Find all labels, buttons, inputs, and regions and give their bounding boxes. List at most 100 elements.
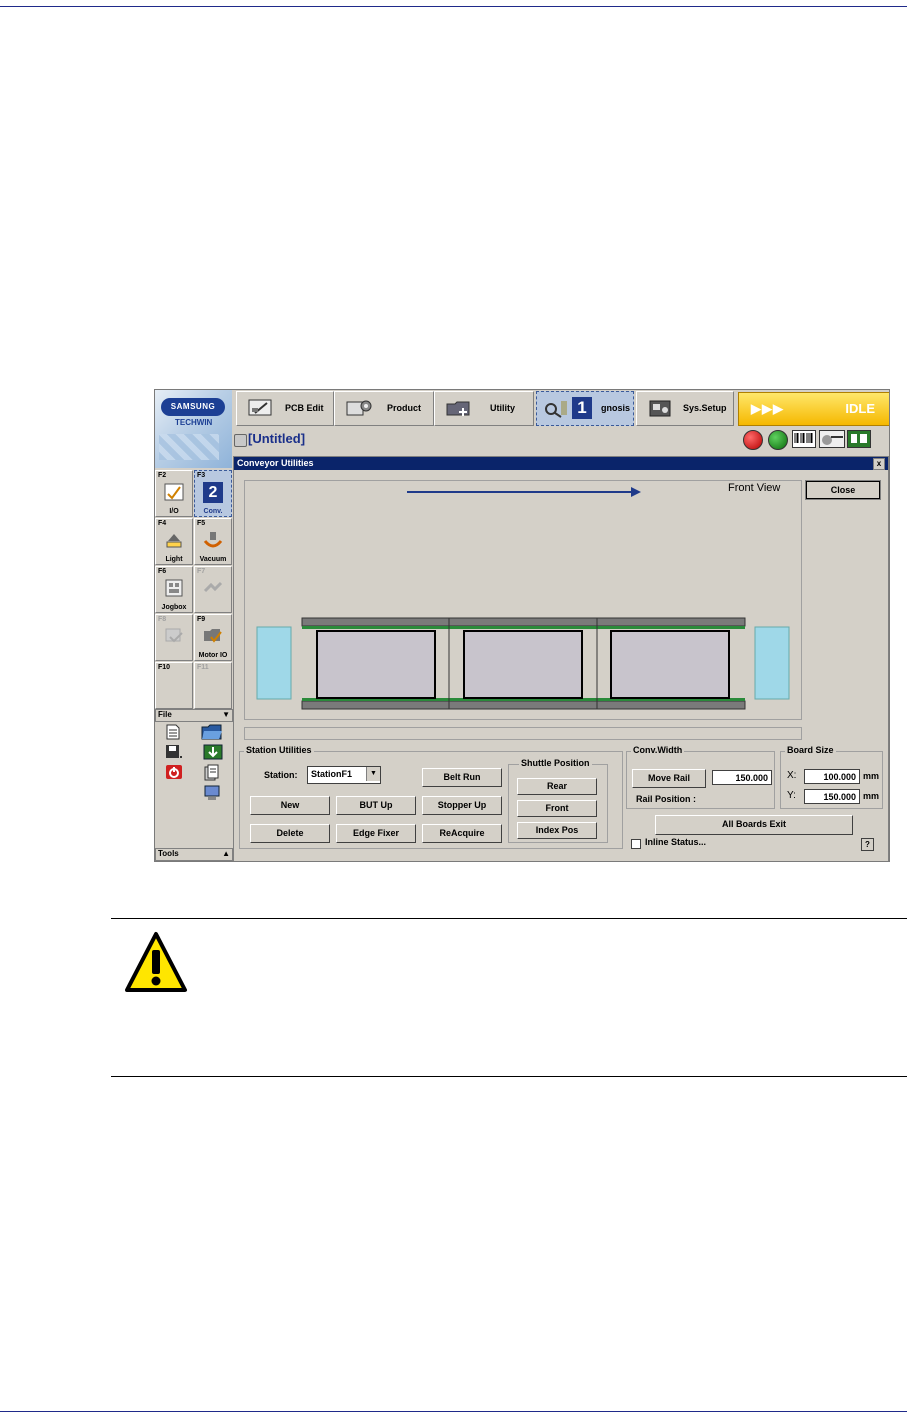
chevron-down-icon: ▼ (366, 767, 380, 781)
shuttle-front-button[interactable]: Front (517, 800, 597, 817)
vacuum-icon (203, 532, 223, 548)
chevron-down-icon: ▼ (222, 710, 230, 719)
fkey-f5-vacuum[interactable]: F5 Vacuum (194, 518, 232, 565)
disabled-tool-icon (203, 581, 223, 593)
output-buffer-zone (754, 626, 790, 700)
toolbar-sys-setup[interactable]: Sys.Setup (636, 391, 734, 426)
documents-icon[interactable] (203, 764, 221, 782)
computer-icon[interactable] (203, 784, 221, 802)
fkey-f6-jogbox[interactable]: F6 Jogbox (155, 566, 193, 613)
power-exit-icon[interactable] (165, 764, 183, 780)
open-folder-icon[interactable] (201, 724, 223, 740)
toolbar-diagnosis[interactable]: 1 gnosis (536, 391, 634, 426)
dialog-title-bar: Conveyor Utilities x (234, 457, 888, 470)
caution-bottom-rule (111, 1076, 907, 1077)
station-label: Station: (264, 770, 298, 780)
rail-position-label: Rail Position : (636, 794, 697, 804)
group-title: Conv.Width (631, 745, 685, 755)
fkey-f4-light[interactable]: F4 Light (155, 518, 193, 565)
fkey-key: F4 (158, 520, 167, 527)
logo-decoration (159, 434, 219, 460)
new-station-button[interactable]: New (250, 796, 330, 815)
nozzle-icon[interactable] (819, 430, 845, 448)
fkey-label: Jogbox (161, 604, 187, 611)
board-x-value: 100.000 (804, 769, 860, 784)
fkey-f9-motor-io[interactable]: F9 Motor IO (194, 614, 232, 661)
inline-status-checkbox[interactable] (631, 839, 641, 849)
close-button[interactable]: Close (805, 480, 881, 500)
fkey-label: Conv. (203, 508, 223, 515)
page-bottom-rule (0, 1411, 907, 1412)
edge-fixer-button[interactable]: Edge Fixer (336, 824, 416, 843)
input-buffer-zone (256, 626, 292, 700)
save-icon[interactable] (165, 744, 183, 760)
file-menu-bar[interactable]: File ▼ (155, 709, 233, 722)
toolbar-pcb-edit[interactable]: PCB Edit (236, 391, 334, 426)
front-rail (301, 700, 746, 710)
document-title-row: [Untitled] (232, 426, 889, 452)
motor-io-icon (204, 629, 222, 643)
station-select[interactable]: StationF1 ▼ (307, 766, 381, 784)
toolbar-utility[interactable]: Utility (434, 391, 534, 426)
group-title: Board Size (785, 745, 836, 755)
help-button[interactable]: ? (861, 838, 874, 851)
shuttle-index-pos-button[interactable]: Index Pos (517, 822, 597, 839)
stop-button-icon[interactable] (743, 430, 763, 450)
fkey-f8[interactable]: F8 (155, 614, 193, 661)
fkey-label: Vacuum (199, 556, 227, 563)
board-x-unit: mm (863, 771, 880, 781)
function-key-panel: F2 I/O F3 2 Conv. F4 Light F5 Vacuum F6 … (155, 468, 233, 861)
fkey-key: F5 (197, 520, 206, 527)
start-button-icon[interactable] (768, 430, 788, 450)
fkey-f2-io[interactable]: F2 I/O (155, 470, 193, 517)
board-y-unit: mm (863, 791, 880, 801)
diagnosis-icon (545, 401, 567, 418)
document-title: [Untitled] (248, 431, 306, 446)
toolbar-product[interactable]: Product (334, 391, 434, 426)
belt-run-button[interactable]: Belt Run (422, 768, 502, 787)
disabled-tool-icon (165, 628, 183, 643)
fkey-label: Light (165, 556, 183, 563)
board-station-2 (463, 630, 583, 699)
conveyor-diagram (256, 487, 790, 710)
toolbar-label: gnosis (601, 403, 631, 413)
caution-warning-icon (125, 932, 187, 992)
close-icon[interactable]: x (873, 458, 885, 470)
toolbar-label: Sys.Setup (683, 403, 727, 413)
sys-setup-icon (649, 400, 671, 417)
new-file-icon[interactable] (165, 724, 181, 740)
utility-icon (446, 401, 470, 416)
delete-station-button[interactable]: Delete (250, 824, 330, 843)
fkey-key: F6 (158, 568, 167, 575)
conveyor-utilities-dialog: Conveyor Utilities x Front View Close St… (233, 456, 889, 861)
fkey-f11[interactable]: F11 (194, 662, 232, 709)
board-x-label: X: (787, 770, 797, 781)
fkey-key: F10 (158, 664, 171, 671)
conveyor-utilities-screenshot: SAMSUNG TECHWIN PCB Edit Product Utility… (154, 389, 890, 862)
board-monitor-icon[interactable] (847, 430, 871, 448)
caution-top-rule (111, 918, 907, 919)
tools-menu-bar[interactable]: Tools ▲ (155, 848, 233, 861)
brand-sub: TECHWIN (175, 418, 213, 427)
group-title: Station Utilities (244, 745, 314, 755)
fkey-label: Motor IO (198, 652, 228, 659)
document-icon (234, 434, 247, 447)
toolbar-label: Utility (490, 403, 516, 413)
fkey-f7[interactable]: F7 (194, 566, 232, 613)
fkey-f10[interactable]: F10 (155, 662, 193, 709)
move-rail-button[interactable]: Move Rail (632, 769, 706, 788)
shuttle-rear-button[interactable]: Rear (517, 778, 597, 795)
import-icon[interactable] (203, 744, 223, 760)
stopper-up-button[interactable]: Stopper Up (422, 796, 502, 815)
fkey-f3-conv[interactable]: F3 2 Conv. (194, 470, 232, 517)
but-up-button[interactable]: BUT Up (336, 796, 416, 815)
barcode-icon[interactable] (792, 430, 816, 448)
reacquire-button[interactable]: ReAcquire (422, 824, 502, 843)
progress-bar (244, 727, 802, 740)
samsung-techwin-logo: SAMSUNG TECHWIN (155, 390, 232, 468)
conveyor-front-view (244, 480, 802, 720)
all-boards-exit-button[interactable]: All Boards Exit (655, 815, 853, 835)
rear-rail (301, 617, 746, 627)
board-y-label: Y: (787, 790, 796, 801)
conv-width-input[interactable]: 150.000 (712, 770, 772, 785)
